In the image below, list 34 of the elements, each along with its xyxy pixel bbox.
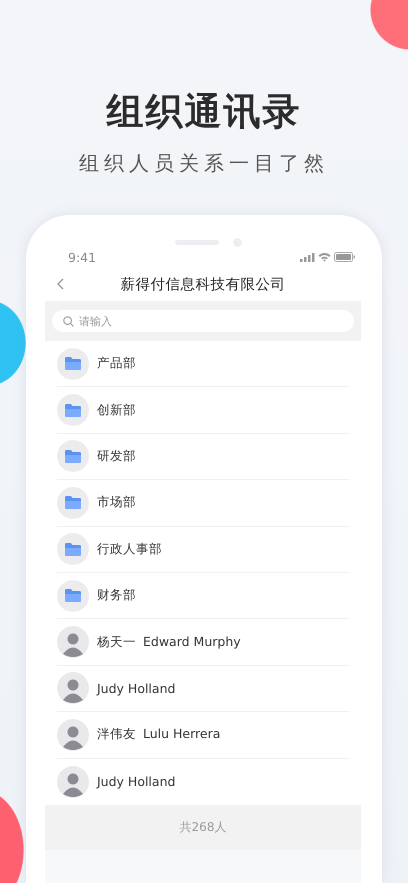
contact-name: Judy Holland [97, 774, 176, 790]
person-silhouette-icon [57, 766, 89, 798]
contact-name: 市场部 [97, 494, 136, 512]
folder-icon [65, 542, 81, 556]
total-count: 共268人 [180, 818, 226, 836]
back-icon[interactable] [57, 278, 64, 290]
wifi-icon [318, 252, 331, 262]
contact-name: 产品部 [97, 355, 136, 372]
contact-name: Judy Holland [97, 680, 176, 696]
person-silhouette-icon [57, 718, 89, 751]
folder-icon [65, 450, 81, 463]
page-subtitle: 组织人员关系一目了然 [79, 150, 329, 177]
page-title: 组织通讯录 [106, 89, 302, 135]
circle-decoration [370, 0, 408, 50]
contact-name: 创新部 [97, 402, 136, 419]
status-time: 9:41 [68, 250, 96, 264]
folder-icon [65, 496, 81, 510]
search-icon [63, 316, 74, 327]
signal-icon [300, 252, 315, 262]
contact-english-name: Edward Murphy [143, 634, 241, 651]
contact-english-name: Lulu Herrera [143, 726, 220, 744]
contact-name: 研发部 [97, 448, 136, 465]
person-silhouette-icon [57, 626, 89, 658]
contact-name: 杨天一 [97, 634, 136, 651]
contact-name: 泮伟友 [97, 726, 136, 744]
search-field[interactable]: 请输入 [52, 310, 354, 332]
contact-name: 财务部 [97, 587, 136, 604]
battery-icon [334, 252, 355, 262]
folder-icon [65, 404, 81, 417]
folder-icon [65, 357, 81, 370]
nav-title: 薪得付信息科技有限公司 [120, 276, 286, 294]
contact-name: 行政人事部 [97, 540, 162, 558]
folder-icon [65, 589, 81, 602]
person-silhouette-icon [57, 672, 89, 704]
